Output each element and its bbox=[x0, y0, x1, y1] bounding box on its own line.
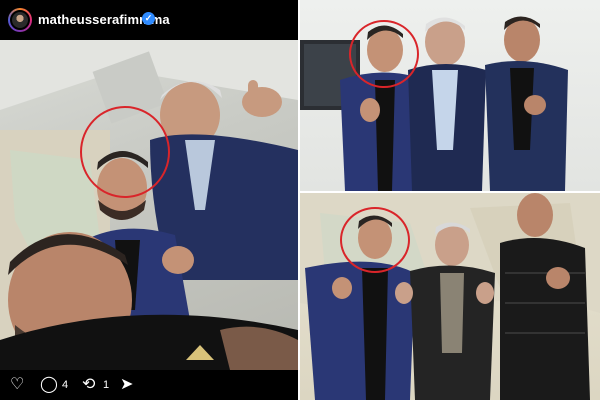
highlight-circle bbox=[349, 20, 419, 88]
highlight-circle bbox=[340, 207, 410, 273]
heart-icon[interactable]: ♡ bbox=[10, 376, 24, 394]
group-photo-top bbox=[300, 0, 600, 191]
post-header: matheusserafimmma ✓ bbox=[0, 0, 298, 40]
share-icon[interactable]: ➤ bbox=[120, 376, 133, 394]
post-actions-bar: ♡ ◯ 4 ⟲ 1 ➤ bbox=[0, 370, 298, 400]
comment-icon[interactable]: ◯ bbox=[40, 376, 58, 394]
instagram-post-panel: matheusserafimmma ✓ ♡ ◯ 4 ⟲ 1 ➤ bbox=[0, 0, 298, 400]
repost-icon[interactable]: ⟲ bbox=[82, 376, 95, 394]
verified-badge-icon: ✓ bbox=[142, 12, 155, 25]
profile-avatar[interactable] bbox=[8, 8, 32, 32]
group-photo-bottom bbox=[300, 193, 600, 400]
repost-count: 1 bbox=[103, 379, 110, 391]
comment-count: 4 bbox=[62, 379, 69, 391]
selfie-photo bbox=[0, 40, 298, 370]
highlight-circle bbox=[80, 106, 170, 198]
